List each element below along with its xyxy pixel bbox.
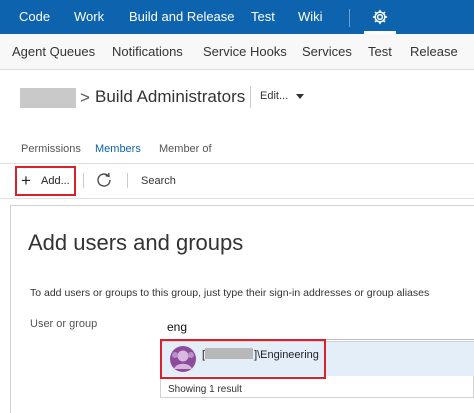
top-nav-divider (349, 9, 350, 27)
user-or-group-input[interactable] (163, 314, 474, 340)
top-nav-build-and-release[interactable]: Build and Release (129, 0, 235, 34)
search-button[interactable]: Search (141, 175, 176, 187)
result-count: Showing 1 result (168, 384, 242, 395)
redacted-project-name (20, 88, 76, 108)
top-nav-work[interactable]: Work (74, 0, 104, 34)
title-divider (250, 86, 251, 108)
gear-icon[interactable] (371, 8, 389, 26)
tabs-divider (0, 163, 474, 164)
tab-member-of[interactable]: Member of (159, 143, 212, 155)
top-nav-test[interactable]: Test (251, 0, 275, 34)
tab-members[interactable]: Members (95, 143, 141, 155)
dialog-description: To add users or groups to this group, ju… (30, 287, 430, 299)
top-nav-code[interactable]: Code (19, 0, 50, 34)
edit-menu-button[interactable]: Edit... (260, 90, 288, 102)
toolbar-divider (127, 173, 128, 188)
dialog-title: Add users and groups (28, 230, 244, 255)
user-or-group-label: User or group (30, 318, 98, 330)
sub-nav-test[interactable]: Test (368, 34, 392, 70)
breadcrumb-separator: > (80, 88, 90, 107)
sub-nav-agent-queues[interactable]: Agent Queues (12, 34, 95, 70)
tab-permissions[interactable]: Permissions (21, 143, 81, 155)
refresh-icon[interactable] (96, 172, 112, 188)
add-button-label: Add... (41, 175, 70, 187)
toolbar-divider (83, 173, 84, 188)
top-nav-wiki[interactable]: Wiki (298, 0, 323, 34)
result-highlight-box (160, 339, 326, 379)
page-title: Build Administrators (95, 87, 246, 106)
sub-nav: Agent Queues Notifications Service Hooks… (0, 34, 474, 70)
sub-nav-service-hooks[interactable]: Service Hooks (203, 34, 287, 70)
chevron-down-icon[interactable] (296, 94, 304, 99)
toolbar-bottom-border (0, 198, 474, 199)
sub-nav-services[interactable]: Services (302, 34, 352, 70)
sub-nav-release[interactable]: Release (410, 34, 458, 70)
plus-icon: + (21, 171, 31, 190)
top-nav: Code Work Build and Release Test Wiki (0, 0, 474, 34)
add-button[interactable]: + Add... (15, 166, 76, 196)
sub-nav-notifications[interactable]: Notifications (112, 34, 183, 70)
